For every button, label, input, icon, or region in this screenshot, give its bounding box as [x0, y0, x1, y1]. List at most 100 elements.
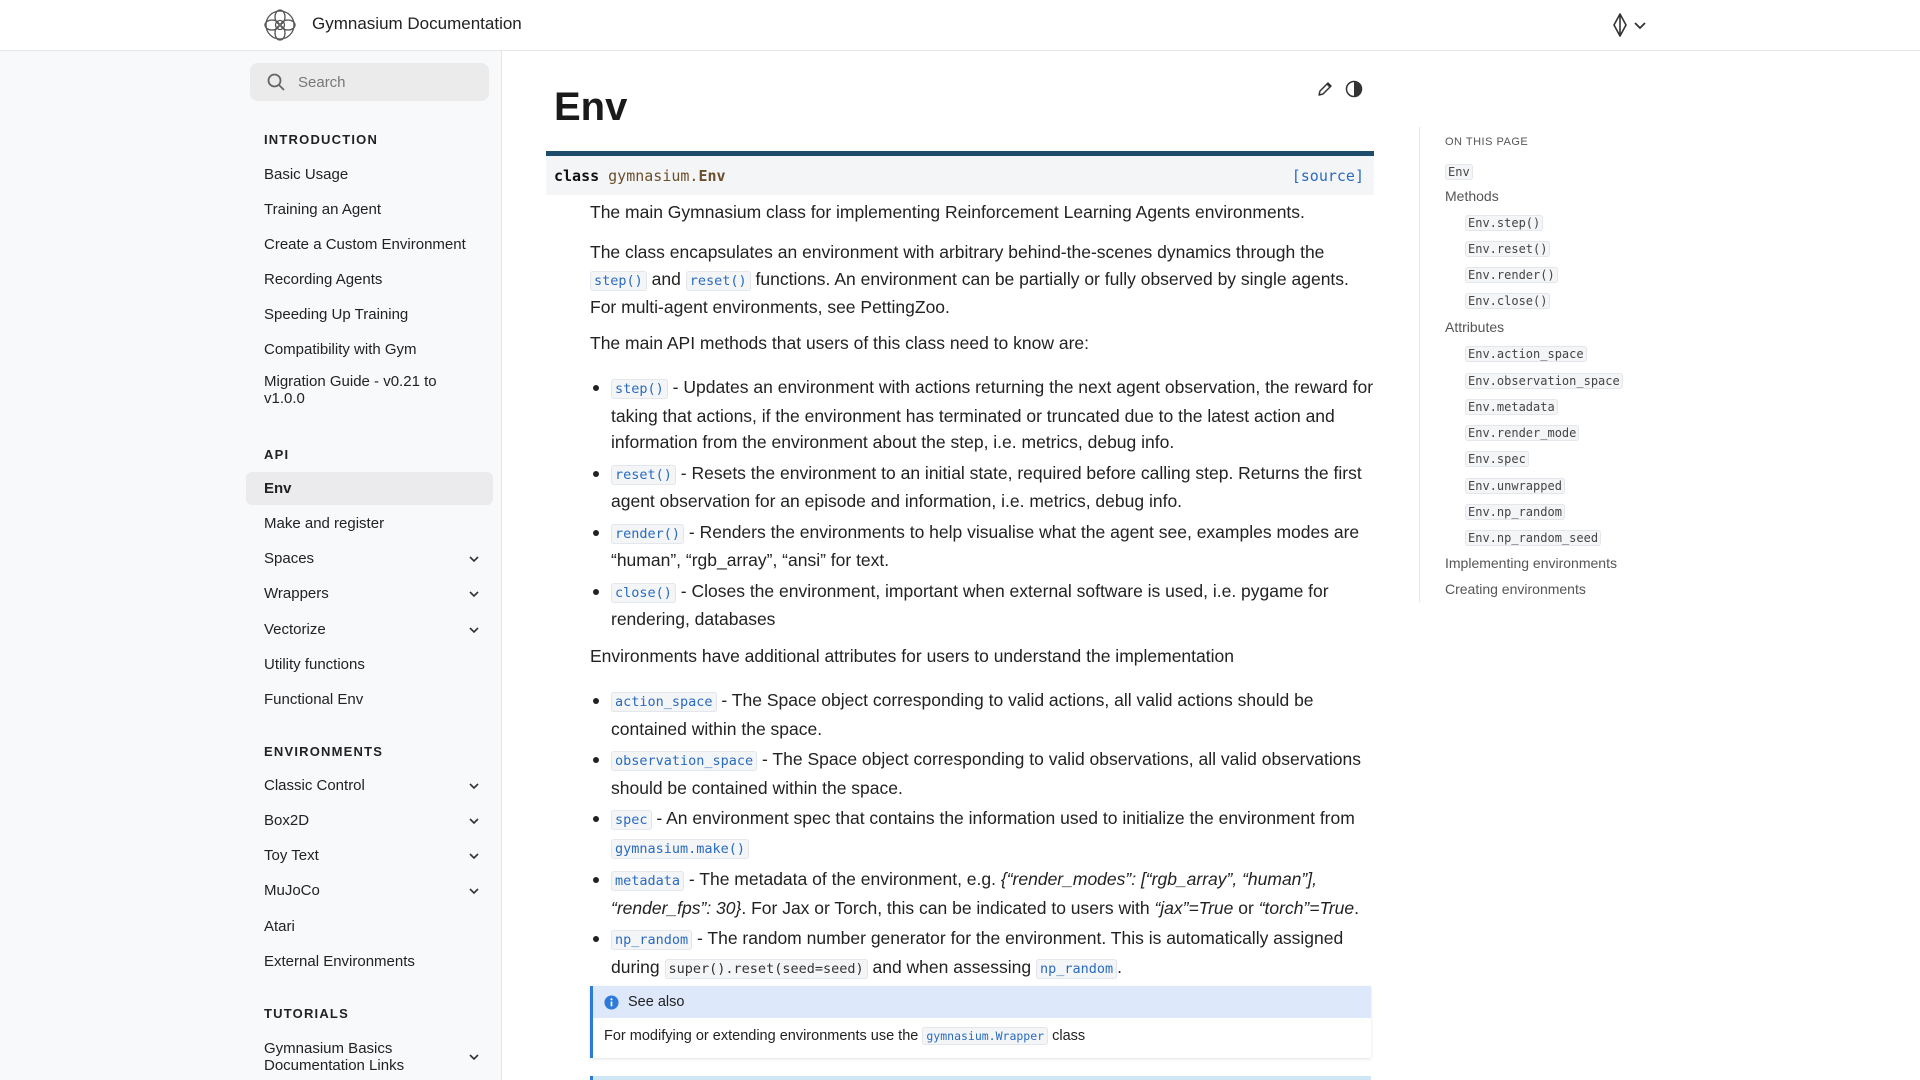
nav-caption-introduction: INTRODUCTION	[264, 132, 379, 147]
nav-item-utility-functions[interactable]: Utility functions	[246, 648, 493, 681]
edit-pencil-icon[interactable]	[1315, 79, 1335, 99]
nav-item-label: Basic Usage	[264, 166, 349, 183]
attr-spec-link[interactable]: spec	[611, 810, 652, 830]
top-header: Gymnasium Documentation	[0, 0, 1920, 51]
nav-item-compatibility-with-gym[interactable]: Compatibility with Gym	[246, 333, 493, 366]
toc-item-implementing-environments[interactable]: Implementing environments	[1445, 555, 1617, 571]
nav-item-label: Vectorize	[264, 621, 326, 638]
toc-item-env-metadata[interactable]: Env.metadata	[1465, 398, 1558, 415]
source-link[interactable]: [source]	[1292, 167, 1364, 185]
attr-metadata-link[interactable]: metadata	[611, 871, 685, 891]
nav-item-label: Classic Control	[264, 777, 365, 794]
chevron-down-icon[interactable]	[467, 623, 481, 637]
toc-item-env-close[interactable]: Env.close()	[1465, 292, 1551, 309]
nav-item-create-custom-environment[interactable]: Create a Custom Environment	[246, 228, 493, 261]
list-item: step() - Updates an environment with act…	[590, 374, 1374, 456]
reset-link[interactable]: reset()	[685, 270, 751, 291]
nav-item-vectorize[interactable]: Vectorize	[246, 613, 493, 646]
theme-toggle-icon[interactable]	[1344, 79, 1364, 99]
nav-item-functional-env[interactable]: Functional Env	[246, 683, 493, 716]
toc-item-env-render[interactable]: Env.render()	[1465, 266, 1558, 283]
site-title[interactable]: Gymnasium Documentation	[312, 14, 522, 34]
nav-item-recording-agents[interactable]: Recording Agents	[246, 263, 493, 296]
toc-item-env-unwrapped[interactable]: Env.unwrapped	[1465, 477, 1565, 494]
method-description: - Closes the environment, important when…	[611, 580, 1329, 630]
nav-item-toy-text[interactable]: Toy Text	[246, 839, 493, 872]
gymnasium-make-link[interactable]: gymnasium.make()	[611, 838, 750, 859]
toc-item-env-observation-space[interactable]: Env.observation_space	[1465, 372, 1623, 389]
list-item: reset() - Resets the environment to an i…	[590, 460, 1374, 515]
project-switcher[interactable]	[1610, 12, 1648, 38]
toc-item-creating-environments[interactable]: Creating environments	[1445, 581, 1586, 597]
toc-item-env-np-random[interactable]: Env.np_random	[1465, 503, 1565, 520]
method-description: - Renders the environments to help visua…	[611, 521, 1360, 571]
nav-item-mujoco[interactable]: MuJoCo	[246, 874, 493, 907]
admonition-text: For modifying or extending environments …	[604, 1028, 919, 1044]
search-box[interactable]	[250, 63, 489, 101]
toc-item-attributes[interactable]: Attributes	[1445, 319, 1504, 335]
signature-module: gymnasium.	[608, 166, 699, 185]
method-close-link[interactable]: close()	[611, 582, 676, 603]
chevron-down-icon[interactable]	[467, 779, 481, 793]
nav-item-basic-usage[interactable]: Basic Usage	[246, 158, 493, 191]
toc-item-env-np-random-seed[interactable]: Env.np_random_seed	[1465, 529, 1602, 546]
attr-observation-space-link[interactable]: observation_space	[611, 751, 758, 771]
nav-item-spaces[interactable]: Spaces	[246, 542, 493, 575]
nav-item-make-and-register[interactable]: Make and register	[246, 507, 493, 540]
nav-item-label: Box2D	[264, 812, 310, 829]
toc-item-label: Env.np_random_seed	[1465, 530, 1602, 546]
chevron-down-icon[interactable]	[467, 552, 481, 566]
method-render-link[interactable]: render()	[611, 523, 685, 544]
attr-np-random-link[interactable]: np_random	[611, 930, 693, 950]
attributes-list: action_space - The Space object correspo…	[590, 687, 1374, 982]
nav-item-speeding-up-training[interactable]: Speeding Up Training	[246, 298, 493, 331]
nav-item-wrappers[interactable]: Wrappers	[246, 577, 493, 610]
list-item: observation_space - The Space object cor…	[590, 746, 1374, 801]
nav-item-label: Speeding Up Training	[264, 306, 409, 323]
toc-item-methods[interactable]: Methods	[1445, 188, 1499, 204]
nav-item-label: MuJoCo	[264, 882, 320, 899]
nav-item-env[interactable]: Env	[246, 472, 493, 505]
nav-item-label: Gymnasium Basics Documentation Links	[264, 1040, 405, 1074]
chevron-down-icon[interactable]	[467, 587, 481, 601]
toc-item-env-action-space[interactable]: Env.action_space	[1465, 345, 1587, 362]
nav-item-atari[interactable]: Atari	[246, 910, 493, 943]
method-reset-link[interactable]: reset()	[611, 464, 676, 485]
admonition-title: See also	[593, 986, 1371, 1018]
gymnasium-logo-icon[interactable]	[263, 8, 297, 42]
chevron-down-icon[interactable]	[467, 814, 481, 828]
toc-item-env-step[interactable]: Env.step()	[1465, 214, 1544, 231]
toc-item-env-spec[interactable]: Env.spec	[1465, 450, 1529, 467]
text-span: and	[651, 268, 681, 289]
step-link[interactable]: step()	[590, 270, 647, 291]
toc-item-label: Env.step()	[1465, 215, 1544, 231]
gymnasium-wrapper-link[interactable]: gymnasium.Wrapper	[922, 1027, 1049, 1045]
chevron-down-icon[interactable]	[467, 1050, 481, 1064]
nav-item-box2d[interactable]: Box2D	[246, 804, 493, 837]
nav-item-migration-guide[interactable]: Migration Guide - v0.21 to v1.0.0	[246, 369, 493, 411]
chevron-down-icon[interactable]	[467, 884, 481, 898]
attribute-description: - The Space object corresponding to vali…	[611, 690, 1314, 739]
attr-action-space-link[interactable]: action_space	[611, 692, 717, 712]
nav-item-label: Recording Agents	[264, 271, 383, 288]
list-item: spec - An environment spec that contains…	[590, 805, 1374, 862]
search-icon	[267, 73, 285, 91]
attribute-description: and when assessing	[872, 956, 1032, 977]
toc-item-env-reset[interactable]: Env.reset()	[1465, 240, 1551, 257]
signature-keyword: class	[554, 166, 600, 185]
search-input[interactable]	[296, 72, 480, 92]
list-item: close() - Closes the environment, import…	[590, 578, 1374, 633]
chevron-down-icon[interactable]	[467, 849, 481, 863]
nav-item-classic-control[interactable]: Classic Control	[246, 769, 493, 802]
toc-item-label: Env.spec	[1465, 451, 1529, 467]
method-step-link[interactable]: step()	[611, 379, 668, 399]
nav-item-gymnasium-basics[interactable]: Gymnasium Basics Documentation Links	[246, 1036, 493, 1078]
nav-item-external-environments[interactable]: External Environments	[246, 945, 493, 978]
toc-item-env-render-mode[interactable]: Env.render_mode	[1465, 424, 1580, 441]
np-random-link[interactable]: np_random	[1035, 958, 1118, 979]
nav-item-label: External Environments	[264, 953, 415, 970]
methods-list: step() - Updates an environment with act…	[590, 374, 1374, 633]
toc-item-label: Env.render_mode	[1465, 425, 1580, 441]
nav-item-training-an-agent[interactable]: Training an Agent	[246, 193, 493, 226]
toc-item-env[interactable]: Env	[1445, 163, 1473, 180]
